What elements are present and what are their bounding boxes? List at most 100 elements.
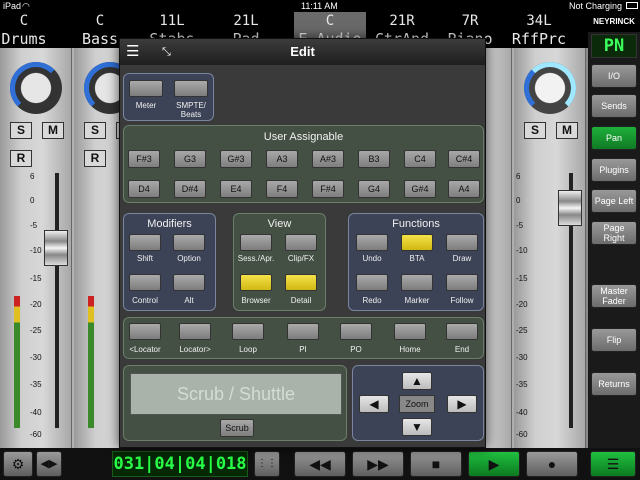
home-button[interactable] <box>394 323 426 340</box>
undo-button[interactable] <box>356 234 388 251</box>
page-right-button[interactable]: Page Right <box>591 221 637 245</box>
user-key-d4[interactable]: D4 <box>128 180 160 198</box>
zoom-left-icon[interactable]: ◀ <box>359 395 389 413</box>
smpte-beats-button[interactable] <box>174 80 208 97</box>
home-label: Home <box>399 345 421 354</box>
keypad-icon[interactable]: ⋮⋮ <box>254 451 280 477</box>
play-button[interactable]: ▶ <box>468 451 520 477</box>
pan-knob[interactable] <box>10 62 62 114</box>
mute-button[interactable]: M <box>556 122 578 139</box>
alt-button[interactable] <box>173 274 205 291</box>
channel-header-1[interactable]: C Drums <box>0 12 60 48</box>
record-transport-button[interactable]: ● <box>526 451 578 477</box>
detail-label: Detail <box>290 296 312 305</box>
loop-label: Loop <box>239 345 257 354</box>
fast-forward-button[interactable]: ▶▶ <box>352 451 404 477</box>
page-left-button[interactable]: Page Left <box>591 189 637 213</box>
end-button[interactable] <box>446 323 478 340</box>
hamburger-menu-icon[interactable]: ☰ <box>126 39 139 65</box>
volume-fader[interactable] <box>44 230 68 266</box>
bank-switch-icon[interactable]: ◀▶ <box>36 451 62 477</box>
settings-icon[interactable]: ⚙ <box>3 451 33 477</box>
mode-display[interactable]: PN <box>591 34 637 58</box>
prev-locator-button[interactable] <box>129 323 161 340</box>
channel-pan: C <box>325 13 335 29</box>
redo-button[interactable] <box>356 274 388 291</box>
plugins-button[interactable]: Plugins <box>591 158 637 182</box>
volume-fader[interactable] <box>558 190 582 226</box>
user-assignable-panel: User Assignable F#3 G3 G#3 A3 A#3 B3 C4 … <box>123 125 484 203</box>
channel-name: Drums <box>1 30 47 48</box>
zoom-right-icon[interactable]: ▶ <box>447 395 477 413</box>
zoom-up-icon[interactable]: ▲ <box>402 372 432 390</box>
expand-icon[interactable]: ⤡ <box>162 39 171 65</box>
flip-button[interactable]: Flip <box>591 328 637 352</box>
fader-scale: 6 0 -5 -10 -15 -20 -25 -30 -35 -40 -60 <box>30 172 42 439</box>
user-key-g4[interactable]: G4 <box>358 180 390 198</box>
level-meter <box>14 296 20 428</box>
alt-label: Alt <box>184 296 194 305</box>
zoom-down-icon[interactable]: ▼ <box>402 418 432 436</box>
zoom-panel: ▲ ◀ Zoom ▶ ▼ <box>352 365 484 441</box>
master-fader-button[interactable]: Master Fader <box>591 284 637 308</box>
user-key-g-sharp-3[interactable]: G#3 <box>220 150 252 168</box>
marker-button[interactable] <box>401 274 433 291</box>
modifiers-panel: Modifiers Shift Option Control Alt <box>123 213 216 311</box>
pan-button[interactable]: Pan <box>591 126 637 150</box>
scrub-shuttle-display[interactable]: Scrub / Shuttle <box>130 373 342 415</box>
next-locator-button[interactable] <box>179 323 211 340</box>
option-button[interactable] <box>173 234 205 251</box>
meter-button[interactable] <box>129 80 163 97</box>
draw-label: Draw <box>452 254 472 263</box>
transport-bar: ⚙ ◀▶ 031|04|04|018 ⋮⋮ ◀◀ ▶▶ ■ ▶ ● ☰ <box>0 448 640 480</box>
mute-button[interactable]: M <box>42 122 64 139</box>
prev-locator-label: <Locator <box>129 345 161 354</box>
solo-button[interactable]: S <box>10 122 32 139</box>
follow-button[interactable] <box>446 274 478 291</box>
control-button[interactable] <box>129 274 161 291</box>
user-key-f-sharp-3[interactable]: F#3 <box>128 150 160 168</box>
user-key-d-sharp-4[interactable]: D#4 <box>174 180 206 198</box>
user-key-c-sharp-4[interactable]: C#4 <box>448 150 480 168</box>
shift-button[interactable] <box>129 234 161 251</box>
locator-panel: <Locator Locator> Loop PI PO Home End <box>123 317 484 359</box>
punch-in-button[interactable] <box>287 323 319 340</box>
user-key-g3[interactable]: G3 <box>174 150 206 168</box>
solo-button[interactable]: S <box>84 122 106 139</box>
device-label: iPad <box>3 1 22 11</box>
follow-label: Follow <box>450 296 474 305</box>
user-key-b3[interactable]: B3 <box>358 150 390 168</box>
loop-button[interactable] <box>232 323 264 340</box>
scrub-button[interactable]: Scrub <box>220 419 254 437</box>
channel-header-8[interactable]: 34L RffPrc <box>503 12 575 48</box>
solo-button[interactable]: S <box>524 122 546 139</box>
sess-apr-button[interactable] <box>240 234 272 251</box>
bta-button[interactable] <box>401 234 433 251</box>
rewind-button[interactable]: ◀◀ <box>294 451 346 477</box>
browser-button[interactable] <box>240 274 272 291</box>
user-key-a-sharp-3[interactable]: A#3 <box>312 150 344 168</box>
clip-fx-button[interactable] <box>285 234 317 251</box>
detail-button[interactable] <box>285 274 317 291</box>
pan-knob[interactable] <box>524 62 576 114</box>
modifiers-title: Modifiers <box>147 218 192 230</box>
stop-button[interactable]: ■ <box>410 451 462 477</box>
punch-out-label: PO <box>350 345 362 354</box>
user-key-a3[interactable]: A3 <box>266 150 298 168</box>
user-key-g-sharp-4[interactable]: G#4 <box>404 180 436 198</box>
io-button[interactable]: I/O <box>591 64 637 88</box>
record-button[interactable]: R <box>10 150 32 167</box>
menu-icon[interactable]: ☰ <box>590 451 636 477</box>
returns-button[interactable]: Returns <box>591 372 637 396</box>
sends-button[interactable]: Sends <box>591 94 637 118</box>
user-key-f4[interactable]: F4 <box>266 180 298 198</box>
user-key-a4[interactable]: A4 <box>448 180 480 198</box>
view-title: View <box>267 218 292 230</box>
draw-button[interactable] <box>446 234 478 251</box>
record-button[interactable]: R <box>84 150 106 167</box>
user-key-c4[interactable]: C4 <box>404 150 436 168</box>
user-key-f-sharp-4[interactable]: F#4 <box>312 180 344 198</box>
user-key-e4[interactable]: E4 <box>220 180 252 198</box>
channel-pan: 34L <box>526 13 552 29</box>
punch-out-button[interactable] <box>340 323 372 340</box>
